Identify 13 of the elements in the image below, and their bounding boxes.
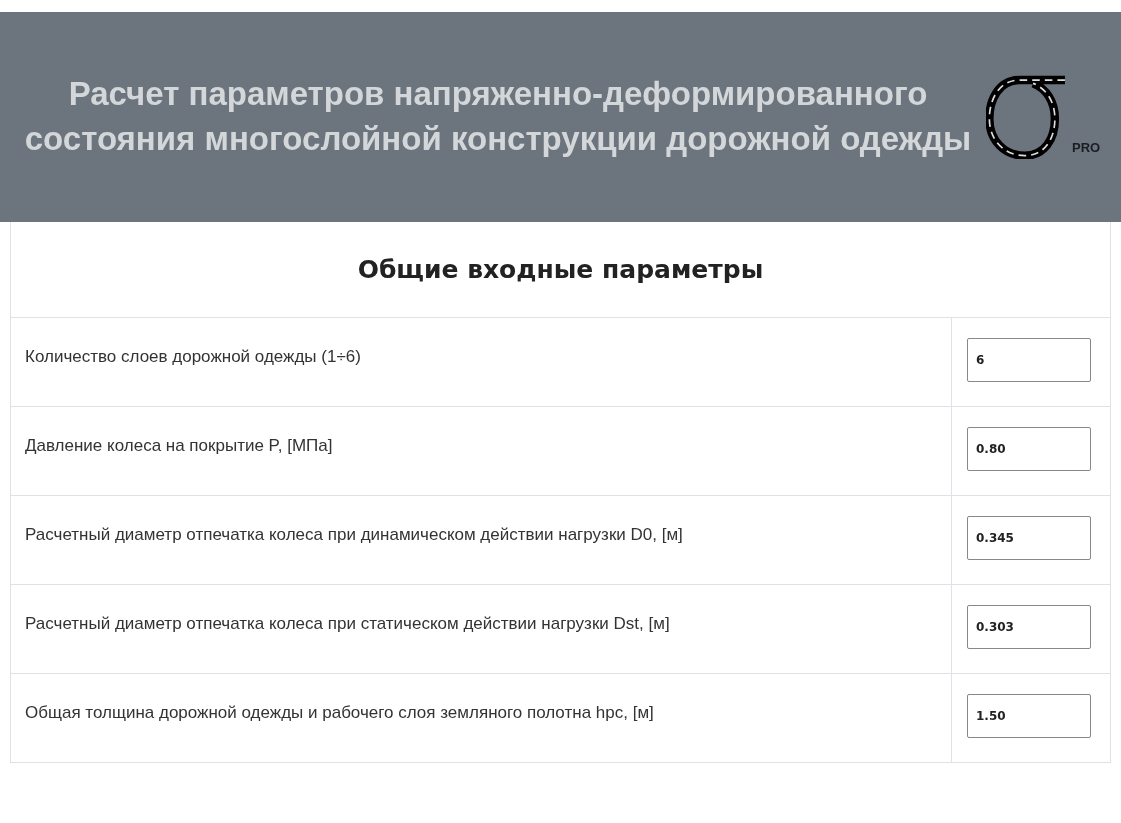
logo-text: PRO: [1072, 140, 1101, 155]
parameter-label: Общая толщина дорожной одежды и рабочего слоя земляного полотна hpc, [м]: [25, 702, 654, 724]
parameter-label: Расчетный диаметр отпечатка колеса при статическом действии нагрузки Dst, [м]: [25, 613, 670, 635]
input-field[interactable]: 1.50: [967, 694, 1091, 738]
page-title: Расчет параметров напряженно-деформированного состояния многослойной конструкции дорожной одежды: [23, 74, 973, 159]
input-field[interactable]: 0.303: [967, 605, 1091, 649]
section-title: Общие входные параметры: [11, 222, 1110, 318]
parameter-label: Давление колеса на покрытие P, [МПа]: [25, 435, 333, 457]
input-field[interactable]: 0.345: [967, 516, 1091, 560]
input-field[interactable]: 6: [967, 338, 1091, 382]
input-field[interactable]: 0.80: [967, 427, 1091, 471]
parameter-label: Количество слоев дорожной одежды (1÷6): [25, 346, 361, 368]
parameter-label: Расчетный диаметр отпечатка колеса при динамическом действии нагрузки D0, [м]: [25, 524, 683, 546]
